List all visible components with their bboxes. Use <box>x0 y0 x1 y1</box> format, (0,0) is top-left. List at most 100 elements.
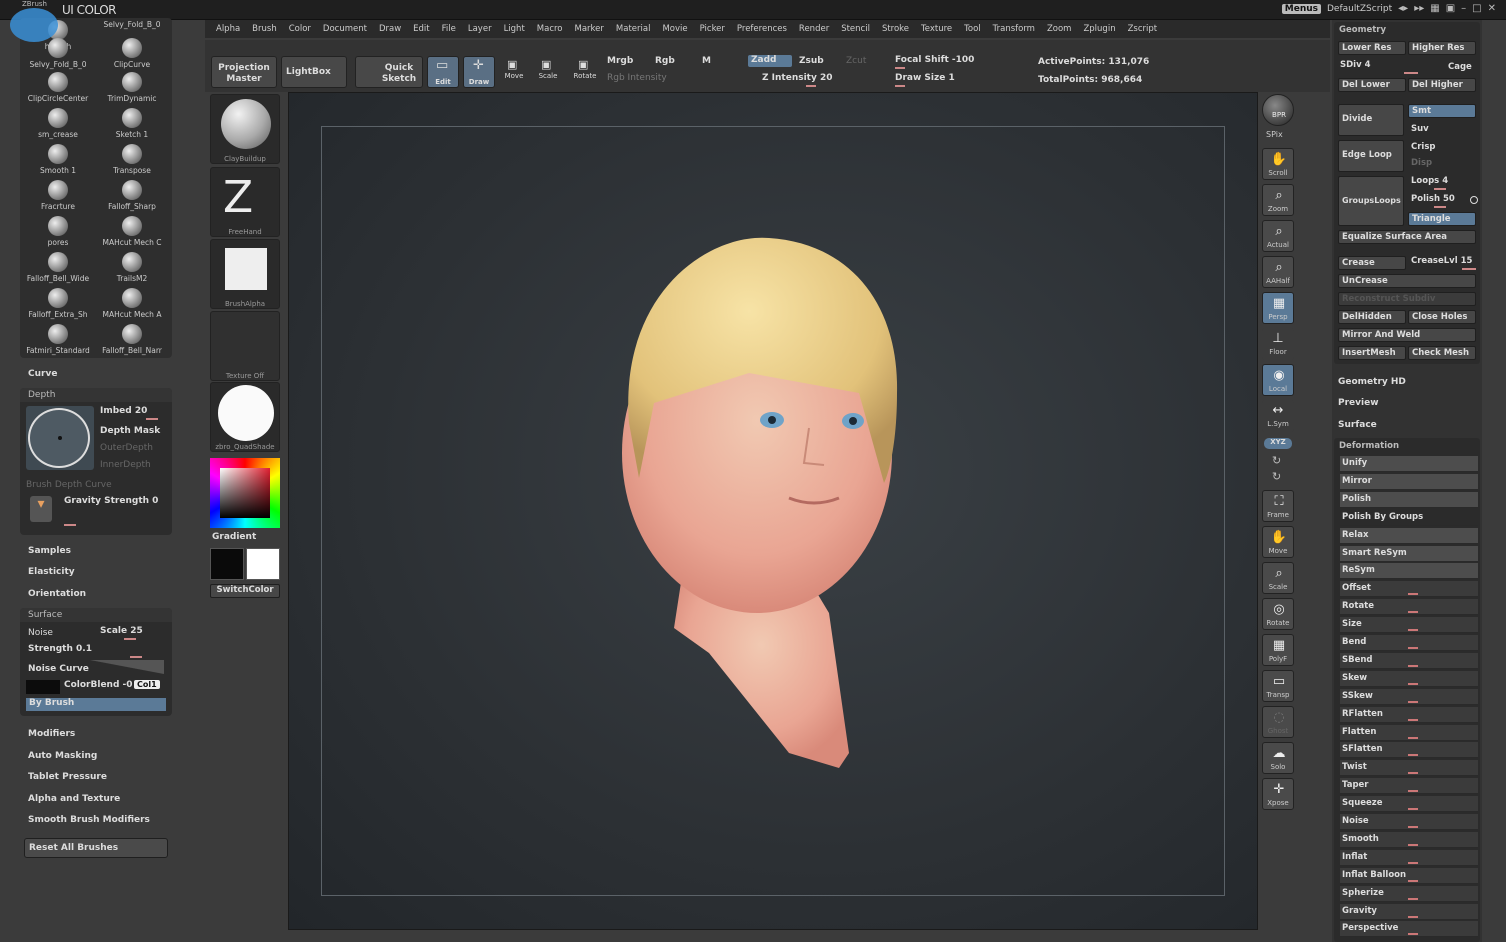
alpha-texture-section[interactable]: Alpha and Texture <box>28 794 120 804</box>
gravity-strength-slider[interactable]: Gravity Strength 0 <box>64 496 158 506</box>
zadd-button[interactable]: Zadd <box>748 55 792 67</box>
brush-item[interactable]: Falloff_Extra_Sh <box>22 288 94 319</box>
deform-twist[interactable]: Twist <box>1340 760 1478 777</box>
menu-material[interactable]: Material <box>610 20 657 38</box>
brush-item[interactable]: Sketch 1 <box>96 108 168 139</box>
scroll-button[interactable]: ✋ Scroll <box>1262 148 1294 180</box>
lock-icon[interactable]: ▣ <box>1446 3 1455 14</box>
polish-slider[interactable]: Polish 50 <box>1411 194 1455 204</box>
brush-item[interactable]: Fatmiri_Standard <box>22 324 94 355</box>
lightbox-button[interactable]: LightBox <box>281 56 347 88</box>
lsym-button[interactable]: ↔ L.Sym <box>1262 400 1294 432</box>
menu-alpha[interactable]: Alpha <box>210 20 246 38</box>
color-blend-slider[interactable]: ColorBlend -0 <box>64 680 133 690</box>
elasticity-section[interactable]: Elasticity <box>28 567 75 577</box>
strength-slider[interactable]: Strength 0.1 <box>28 644 92 654</box>
deform-resym[interactable]: ReSym <box>1340 563 1478 580</box>
brush-item[interactable]: ClipCurve <box>96 38 168 69</box>
preview-section[interactable]: Preview <box>1338 398 1379 408</box>
col1-button[interactable]: Col1 <box>134 680 160 689</box>
zsub-button[interactable]: Zsub <box>799 56 824 66</box>
actual-button[interactable]: ⌕ Actual <box>1262 220 1294 252</box>
current-brush-thumb[interactable]: ClayBuildup <box>210 94 280 164</box>
samples-section[interactable]: Samples <box>28 546 71 556</box>
curve-section[interactable]: Curve <box>28 369 57 379</box>
menu-render[interactable]: Render <box>793 20 835 38</box>
suv-toggle[interactable]: Suv <box>1411 124 1429 134</box>
loops-slider[interactable]: Loops 4 <box>1411 176 1448 186</box>
brush-item[interactable]: Selvy_Fold_B_0 <box>22 38 94 69</box>
menu-document[interactable]: Document <box>317 20 373 38</box>
brush-item[interactable]: Smooth 1 <box>22 144 94 175</box>
deform-unify[interactable]: Unify <box>1340 456 1478 472</box>
xyz-button[interactable]: XYZ <box>1264 438 1292 449</box>
brush-item[interactable]: MAHcut Mech C <box>96 216 168 247</box>
deformation-header[interactable]: Deformation <box>1339 441 1399 451</box>
imbed-slider[interactable]: Imbed 20 <box>100 406 147 416</box>
deform-skew[interactable]: Skew <box>1340 670 1478 687</box>
noise-curve[interactable]: Noise Curve <box>28 664 89 674</box>
arrows-icon[interactable]: ▸▸ <box>1414 3 1424 14</box>
layout-icon[interactable]: ◂▸ <box>1398 3 1408 14</box>
aahalf-button[interactable]: ⌕ AAHalf <box>1262 256 1294 288</box>
depth-mask-button[interactable]: Depth Mask <box>100 426 160 436</box>
transp-button[interactable]: ▭ Transp <box>1262 670 1294 702</box>
menu-transform[interactable]: Transform <box>987 20 1041 38</box>
secondary-color-swatch[interactable] <box>246 548 280 580</box>
persp-button[interactable]: ▦ Persp <box>1262 292 1294 324</box>
orientation-section[interactable]: Orientation <box>28 589 86 599</box>
edit-button[interactable]: ▭ Edit <box>427 56 459 88</box>
reset-all-brushes-button[interactable]: Reset All Brushes <box>24 838 168 858</box>
deform-bend[interactable]: Bend <box>1340 635 1478 651</box>
polish-toggle-icon[interactable] <box>1470 196 1478 204</box>
menu-macro[interactable]: Macro <box>531 20 569 38</box>
triangle-toggle[interactable]: Triangle <box>1408 212 1476 226</box>
surface-section-header[interactable]: Surface <box>20 608 172 622</box>
menu-texture[interactable]: Texture <box>915 20 958 38</box>
draw-size-slider[interactable]: Draw Size 1 <box>895 73 955 83</box>
script-label[interactable]: DefaultZScript <box>1327 4 1392 14</box>
material-thumb[interactable]: zbro_QuadShade <box>210 382 280 452</box>
smt-toggle[interactable]: Smt <box>1408 104 1476 118</box>
del-higher-button[interactable]: Del Higher <box>1408 78 1476 92</box>
deform-sskew[interactable]: SSkew <box>1340 688 1478 705</box>
deform-mirror[interactable]: Mirror <box>1340 473 1478 490</box>
deform-smooth[interactable]: Smooth <box>1340 831 1478 848</box>
edge-loop-button[interactable]: Edge Loop <box>1338 140 1404 172</box>
deform-rotate[interactable]: Rotate <box>1340 599 1478 616</box>
deform-noise[interactable]: Noise <box>1340 814 1478 830</box>
ghost-button[interactable]: ◌ Ghost <box>1262 706 1294 738</box>
document-canvas[interactable] <box>288 92 1258 930</box>
depth-section-header[interactable]: Depth <box>20 388 172 402</box>
deform-taper[interactable]: Taper <box>1340 778 1478 795</box>
menu-draw[interactable]: Draw <box>373 20 407 38</box>
crease-button[interactable]: Crease <box>1338 256 1406 270</box>
menus-toggle-button[interactable]: Menus <box>1281 3 1321 14</box>
menu-brush[interactable]: Brush <box>246 20 283 38</box>
deform-gravity[interactable]: Gravity <box>1340 903 1478 920</box>
z-intensity-slider[interactable]: Z Intensity 20 <box>762 73 833 83</box>
solo-button[interactable]: ☁ Solo <box>1262 742 1294 774</box>
m-button[interactable]: M <box>702 56 711 66</box>
rotate-y-icon[interactable]: ↻ <box>1272 454 1281 467</box>
deform-size[interactable]: Size <box>1340 617 1478 634</box>
deform-squeeze[interactable]: Squeeze <box>1340 796 1478 813</box>
draw-button[interactable]: ✛ Draw <box>463 56 495 88</box>
cage-button[interactable]: Cage <box>1448 62 1472 72</box>
brush-item[interactable]: Falloff_Bell_Narr <box>96 324 168 355</box>
main-color-swatch[interactable] <box>210 548 244 580</box>
brush-item[interactable]: TrailsM2 <box>96 252 168 283</box>
tablet-pressure-section[interactable]: Tablet Pressure <box>28 772 107 782</box>
crease-lvl-slider[interactable]: CreaseLvl 15 <box>1411 256 1472 266</box>
frame-button[interactable]: ⛶ Frame <box>1262 490 1294 522</box>
equalize-surface-button[interactable]: Equalize Surface Area <box>1338 230 1476 244</box>
menu-tool[interactable]: Tool <box>958 20 987 38</box>
del-lower-button[interactable]: Del Lower <box>1338 78 1406 92</box>
surface-section[interactable]: Surface <box>1338 420 1377 430</box>
delhidden-button[interactable]: DelHidden <box>1338 310 1406 324</box>
deform-spherize[interactable]: Spherize <box>1340 885 1478 902</box>
smooth-brush-modifiers-section[interactable]: Smooth Brush Modifiers <box>28 815 150 825</box>
scale-view-button[interactable]: ⌕ Scale <box>1262 562 1294 594</box>
menu-zscript[interactable]: Zscript <box>1122 20 1164 38</box>
menu-zplugin[interactable]: Zplugin <box>1077 20 1121 38</box>
